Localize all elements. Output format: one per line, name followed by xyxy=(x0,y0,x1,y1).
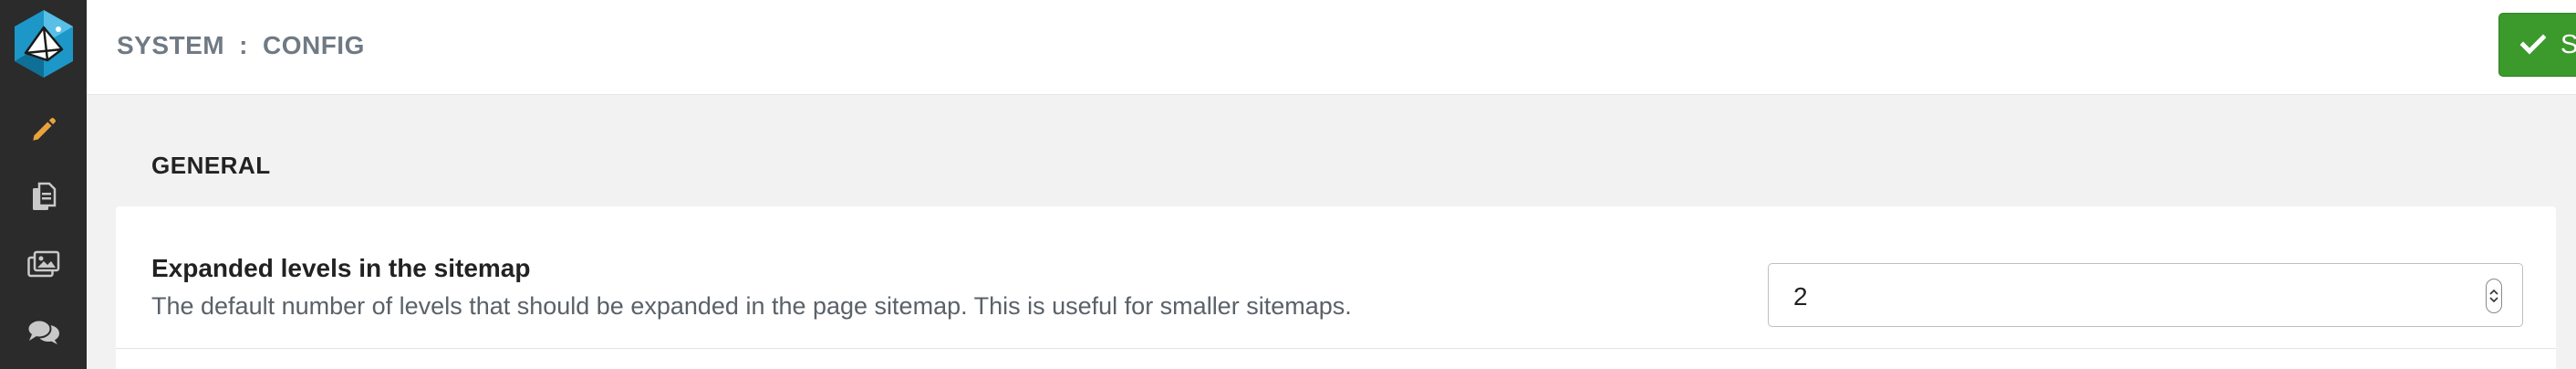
breadcrumb: SYSTEM: CONFIG xyxy=(117,31,365,60)
number-stepper[interactable] xyxy=(2486,279,2502,313)
logo[interactable] xyxy=(0,0,87,87)
pencil-icon xyxy=(32,117,56,141)
logo-icon xyxy=(14,9,73,78)
breadcrumb-system[interactable]: SYSTEM xyxy=(117,31,224,59)
save-button-label: Save xyxy=(2560,29,2576,59)
breadcrumb-separator: : xyxy=(239,31,248,59)
settings-card: Expanded levels in the sitemap The defau… xyxy=(116,206,2556,369)
sidebar-item-comments[interactable] xyxy=(0,300,87,365)
sidebar-item-edit[interactable] xyxy=(0,97,87,163)
images-icon xyxy=(26,250,59,278)
chevron-up-icon[interactable] xyxy=(2489,289,2498,295)
section-title: GENERAL xyxy=(151,152,271,179)
check-icon xyxy=(2519,34,2546,55)
setting-label: Expanded levels in the sitemap xyxy=(151,254,531,282)
chevron-down-icon[interactable] xyxy=(2489,297,2498,303)
top-bar: SYSTEM: CONFIG Save xyxy=(87,0,2576,95)
divider xyxy=(116,348,2556,349)
documents-icon xyxy=(32,182,56,210)
save-button[interactable]: Save xyxy=(2498,13,2576,77)
setting-description: The default number of levels that should… xyxy=(151,292,1352,320)
comments-icon xyxy=(26,319,59,344)
sidebar xyxy=(0,0,87,369)
breadcrumb-config: CONFIG xyxy=(262,31,365,59)
expanded-levels-input[interactable]: 2 xyxy=(1768,263,2523,327)
sidebar-item-media[interactable] xyxy=(0,232,87,298)
sidebar-item-pages[interactable] xyxy=(0,164,87,230)
expanded-levels-value: 2 xyxy=(1793,282,1808,311)
